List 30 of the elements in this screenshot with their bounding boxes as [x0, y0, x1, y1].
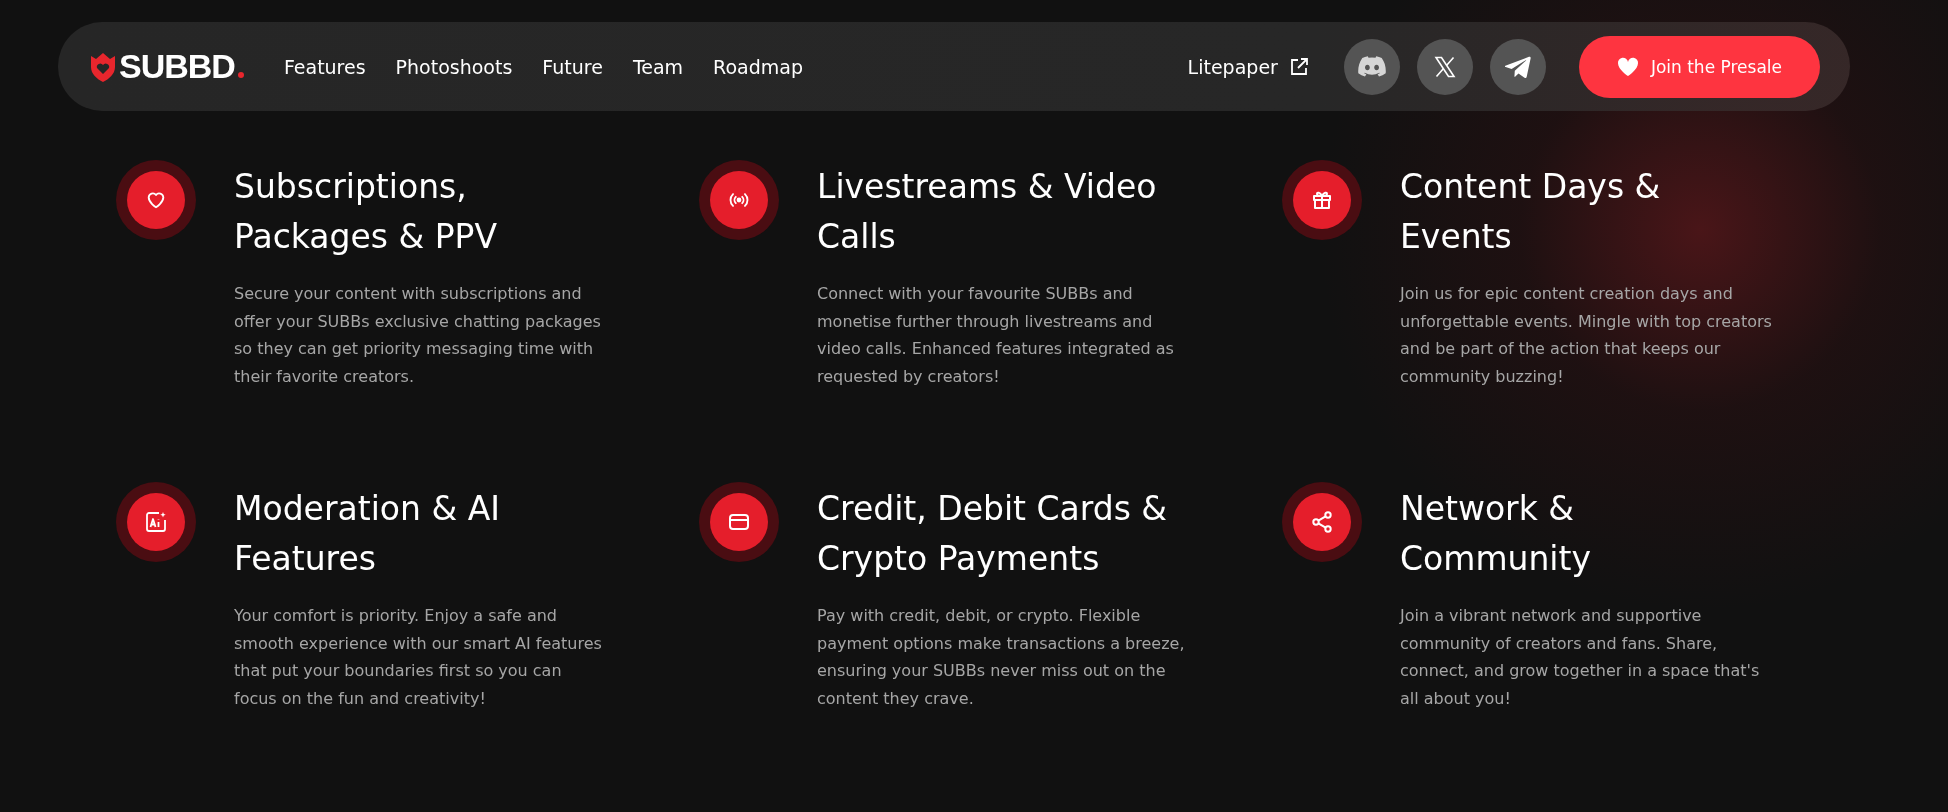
feature-title: Credit, Debit Cards & Crypto Payments — [817, 488, 1169, 580]
feature-description: Join us for epic content creation days and unforgettable events. Mingle with top creators and be part of the action that keeps our community buzzing! — [1400, 283, 1773, 388]
heart-icon — [1616, 56, 1639, 77]
nav-link[interactable]: Features — [283, 55, 366, 78]
feature-description: Join a vibrant network and supportive community of creators and fans. Share, connect, and grow together in a space that's all about you! — [1400, 605, 1761, 710]
nav-link[interactable]: Future — [542, 55, 603, 78]
discord-icon — [1357, 55, 1386, 78]
share-icon — [1310, 510, 1334, 534]
logo-text: SUBBD — [119, 47, 235, 86]
litepaper-link[interactable]: Litepaper — [1187, 55, 1308, 78]
feature-title: Network & Community — [1400, 488, 1592, 580]
feature-description: Your comfort is priority. Enjoy a safe and smooth experience with our smart AI features that put your boundaries first so you can focus on the fun and creativity! — [234, 605, 603, 710]
feature-description: Connect with your favourite SUBBs and monetise further through livestreams and video calls. Enhanced features integrated as requested by creators! — [817, 283, 1175, 388]
feature-title: Livestreams & Video Calls — [817, 166, 1158, 258]
nav-link[interactable]: Roadmap — [713, 55, 803, 78]
nav-link[interactable]: Team — [632, 55, 684, 78]
paper-plane-icon — [1504, 55, 1531, 78]
nav-link[interactable]: Photoshoots — [395, 55, 513, 78]
feature-title: Subscriptions, Packages & PPV — [234, 166, 499, 258]
x-logo-icon — [1432, 54, 1457, 79]
ai-icon — [144, 510, 168, 534]
logo-dot — [237, 72, 244, 78]
feature-title: Content Days & Events — [1400, 166, 1662, 258]
presale-button[interactable]: Join the Presale — [1578, 35, 1820, 98]
feature-title: Moderation & AI Features — [234, 488, 501, 580]
shield-logo-icon — [90, 51, 116, 82]
external-link-icon — [1289, 57, 1308, 76]
feature-description: Pay with credit, debit, or crypto. Flexible payment options make transactions a breeze, ensuring your SUBBs never miss out on the content they crave. — [817, 605, 1186, 710]
feature-description: Secure your content with subscriptions and offer your SUBBs exclusive chatting packages so they can get priority messaging time with their favorite creators. — [234, 283, 602, 388]
heart-icon — [145, 189, 167, 211]
